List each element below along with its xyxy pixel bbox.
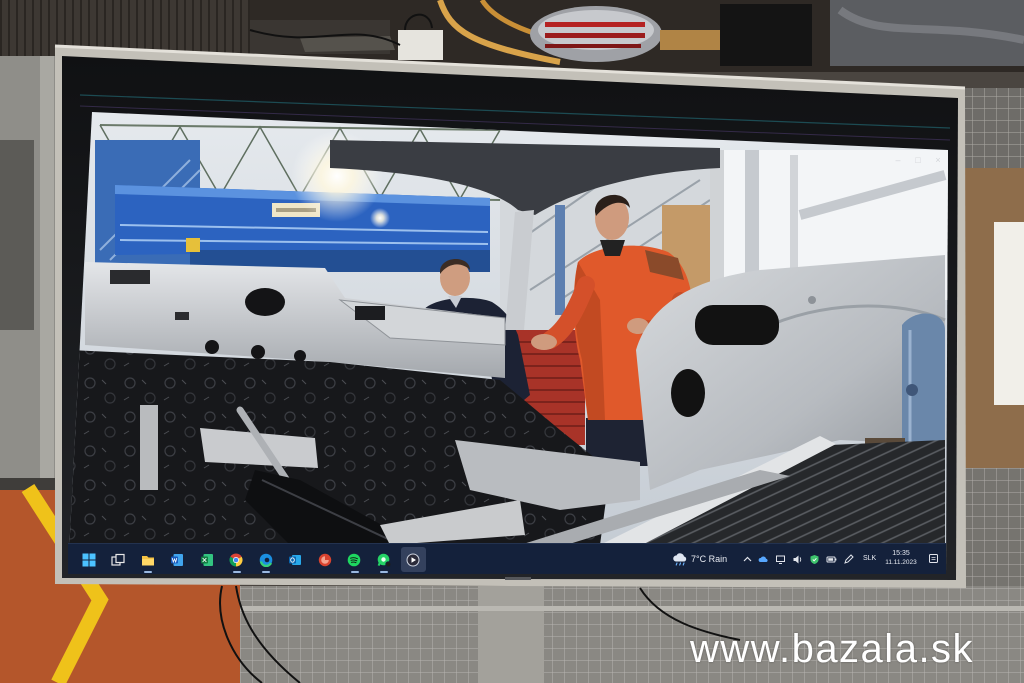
edge-icon <box>259 553 273 567</box>
minimize-button[interactable]: – <box>891 154 905 166</box>
battery-icon[interactable] <box>826 554 837 565</box>
defender-shield-icon[interactable] <box>809 554 820 565</box>
onedrive-icon[interactable] <box>758 554 769 565</box>
media-player-button[interactable] <box>399 544 429 575</box>
spotify-icon <box>347 553 361 566</box>
screen-video <box>68 112 948 574</box>
white-box <box>398 30 443 60</box>
red-app-icon <box>318 553 331 566</box>
word-icon <box>171 553 184 566</box>
monitor-stand <box>478 586 544 683</box>
edge-button[interactable] <box>251 544 281 575</box>
panel-opening-lower <box>671 369 705 417</box>
notification-icon[interactable] <box>928 553 939 565</box>
close-button[interactable]: × <box>931 154 945 166</box>
excel-icon <box>200 553 213 566</box>
chat-app-icon <box>377 553 391 567</box>
chrome-icon <box>229 552 243 566</box>
task-view-icon <box>111 553 125 566</box>
chat-app-button[interactable] <box>369 544 399 575</box>
file-explorer-button[interactable] <box>133 544 163 575</box>
photo-watermark: www.bazala.sk <box>690 627 975 671</box>
clock-time: 15:35 <box>892 550 910 557</box>
chrome-button[interactable] <box>222 544 252 575</box>
taskbar: 7°C Rain SLK 15:35 11.11.2023 <box>68 543 946 574</box>
white-sign <box>994 222 1024 405</box>
running-indicator <box>144 571 152 573</box>
red-app-button[interactable] <box>310 544 340 575</box>
outlook-icon <box>289 554 302 565</box>
pen-icon[interactable] <box>843 554 854 565</box>
network-icon[interactable] <box>775 554 786 565</box>
file-explorer-icon <box>141 555 154 565</box>
running-indicator <box>380 571 388 573</box>
windows-start-icon <box>82 553 96 566</box>
clock-date: 11.11.2023 <box>885 559 917 566</box>
spotify-button[interactable] <box>340 544 370 575</box>
weather-text[interactable]: 7°C Rain <box>691 554 727 564</box>
rain-cloud-icon[interactable] <box>672 552 689 566</box>
outlook-button[interactable] <box>281 544 311 575</box>
running-indicator <box>232 571 241 573</box>
video-window-controls: – □ × <box>891 153 945 167</box>
running-indicator <box>262 571 270 573</box>
speaker-icon[interactable] <box>792 554 803 565</box>
photo-scene <box>0 0 1024 683</box>
chevron-up-icon[interactable] <box>742 554 753 565</box>
media-player-icon <box>406 553 420 566</box>
panel-opening-upper <box>695 305 779 345</box>
start-button[interactable] <box>74 544 104 575</box>
running-indicator <box>350 571 359 573</box>
input-language[interactable]: SLK <box>863 555 876 563</box>
excel-button[interactable] <box>192 544 222 575</box>
taskbar-pinned-apps <box>74 544 428 575</box>
chrome-headlight <box>530 6 662 62</box>
taskbar-clock[interactable]: 15:35 11.11.2023 <box>880 549 922 567</box>
task-view-button[interactable] <box>104 544 134 575</box>
word-button[interactable] <box>163 544 193 575</box>
maximize-button[interactable]: □ <box>911 154 925 166</box>
